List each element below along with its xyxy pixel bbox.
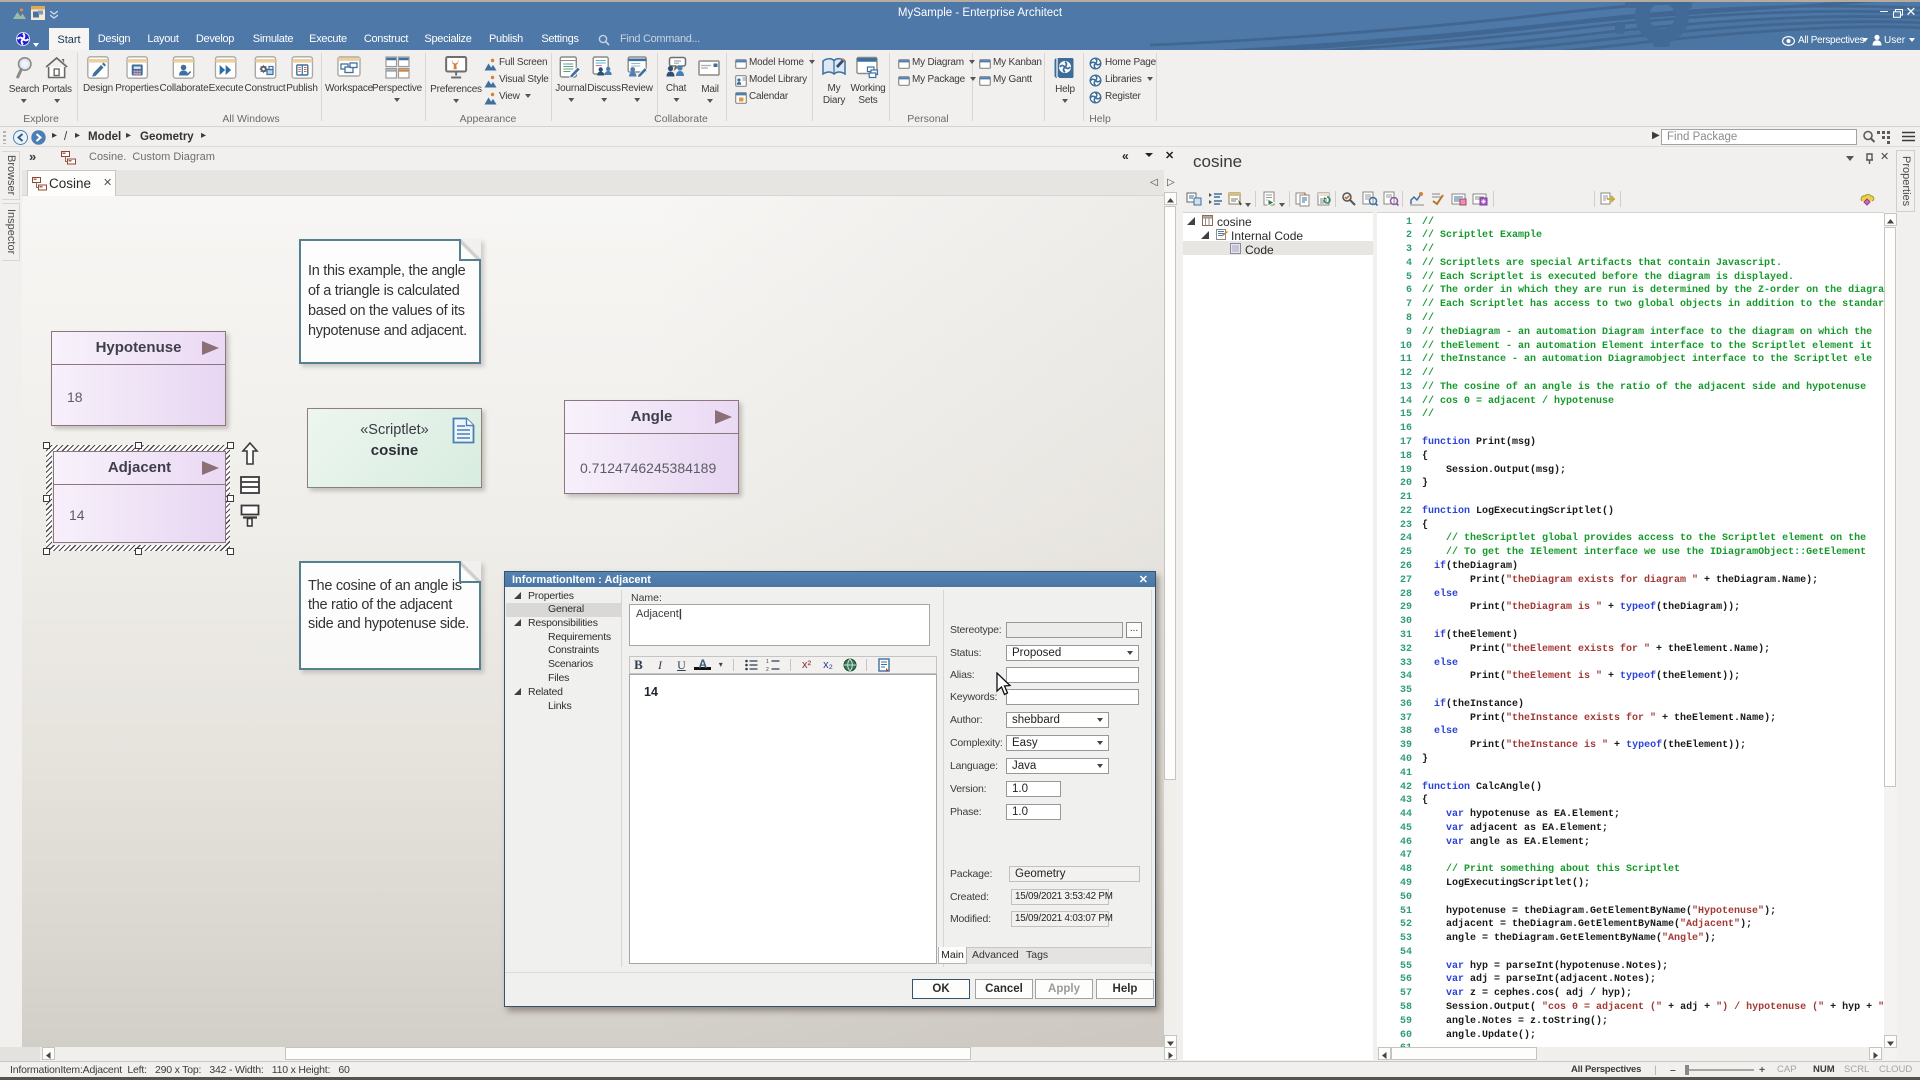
svg-text:1: 1: [766, 659, 769, 665]
svg-text:2: 2: [766, 667, 769, 672]
